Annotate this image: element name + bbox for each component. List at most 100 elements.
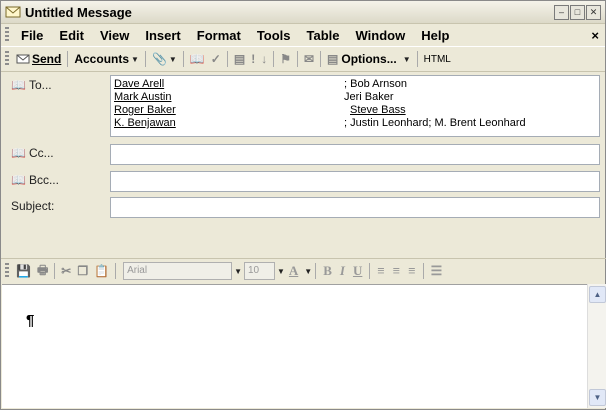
menu-tools[interactable]: Tools (249, 28, 299, 43)
paste-button[interactable]: 📋 (91, 262, 112, 280)
formatbar-grip[interactable] (5, 263, 9, 279)
underline-button[interactable]: U (349, 263, 366, 279)
paperclip-icon: 📎 (151, 52, 167, 66)
options-label: Options... (341, 52, 397, 66)
chevron-down-icon[interactable]: ▼ (234, 267, 242, 276)
menu-edit[interactable]: Edit (51, 28, 92, 43)
print-button[interactable]: 🖶 (34, 262, 51, 280)
envelope-outline-icon: ✉ (303, 52, 315, 66)
toolbar-separator (320, 51, 322, 67)
options-icon: ▤ (327, 52, 339, 66)
close-document-button[interactable]: × (591, 28, 599, 43)
menu-format[interactable]: Format (189, 28, 249, 43)
paste-icon: 📋 (94, 264, 110, 278)
menu-table[interactable]: Table (299, 28, 348, 43)
recipient-name[interactable]: Roger Baker (114, 104, 176, 116)
html-format-label: HTML (423, 53, 451, 65)
to-button[interactable]: 📖 To... (11, 78, 52, 92)
align-center-button[interactable]: ≡ (389, 263, 404, 279)
html-format-button[interactable]: HTML (421, 50, 454, 68)
menu-window[interactable]: Window (348, 28, 414, 43)
permissions-button[interactable]: ▤ (231, 50, 248, 68)
cc-button[interactable]: 📖 Cc... (11, 146, 54, 160)
check-names-icon: ✓ (210, 52, 221, 66)
address-book-button[interactable]: 📖 (187, 50, 208, 68)
cc-field[interactable] (110, 144, 600, 165)
send-button[interactable]: Send (13, 50, 64, 68)
bcc-field[interactable] (110, 171, 600, 192)
toolbar-separator (182, 51, 184, 67)
toolbar-grip[interactable] (5, 51, 9, 67)
follow-up-button[interactable]: ⚑ (277, 50, 294, 68)
importance-high-button[interactable]: ! (248, 50, 258, 68)
standard-toolbar: Send Accounts ▼ 📎 ▼ 📖 ✓ ▤ ! ↓ ⚑ ✉ ▤ Optio… (1, 46, 605, 72)
toolbar-separator (369, 263, 371, 279)
address-book-icon: 📖 (11, 78, 26, 92)
toolbar-separator (273, 51, 275, 67)
importance-low-button[interactable]: ↓ (258, 50, 270, 68)
toolbar-separator (296, 51, 298, 67)
toolbar-separator (315, 263, 317, 279)
menu-bar: File Edit View Insert Format Tools Table… (1, 24, 605, 46)
paragraph-mark: ¶ (26, 312, 35, 329)
chevron-down-icon: ▼ (168, 54, 177, 64)
align-right-button[interactable]: ≡ (404, 263, 419, 279)
subject-label: Subject: (11, 199, 55, 213)
bcc-button[interactable]: 📖 Bcc... (11, 173, 59, 187)
chevron-down-icon[interactable]: ▼ (277, 267, 285, 276)
recipient-name[interactable]: K. Benjawan (114, 117, 176, 129)
font-size-select[interactable]: 10 (243, 262, 275, 280)
toolbar-separator (67, 51, 69, 67)
cut-button[interactable]: ✂ (58, 262, 74, 280)
recipient-name[interactable]: Dave Arell (114, 78, 164, 90)
window-title: Untitled Message (25, 4, 132, 20)
menubar-grip[interactable] (5, 27, 9, 43)
menu-file[interactable]: File (13, 28, 51, 43)
bullets-button[interactable]: ☰ (427, 263, 447, 279)
to-label: To... (28, 78, 52, 92)
envelope-icon (5, 6, 21, 18)
recipient-name[interactable]: ; Justin Leonhard; M. Brent Leonhard (344, 117, 526, 129)
title-bar: Untitled Message – □ ✕ (1, 1, 605, 24)
scroll-down-button[interactable]: ▼ (589, 389, 606, 406)
toolbar-separator (54, 263, 56, 279)
close-window-button[interactable]: ✕ (586, 4, 601, 20)
align-left-button[interactable]: ≡ (373, 263, 388, 279)
accounts-label: Accounts (74, 52, 130, 66)
envelope-button[interactable]: ✉ (301, 50, 317, 68)
to-field[interactable]: Dave Arell Mark Austin Roger Baker K. Be… (110, 75, 600, 137)
font-color-button[interactable]: A (285, 263, 302, 279)
menu-view[interactable]: View (92, 28, 137, 43)
maximize-button[interactable]: □ (570, 4, 585, 20)
chevron-down-icon[interactable]: ▼ (304, 267, 312, 276)
cc-label: Cc... (28, 146, 54, 160)
scroll-up-button[interactable]: ▲ (589, 286, 606, 303)
subject-field[interactable] (110, 197, 600, 218)
minimize-button[interactable]: – (554, 4, 569, 20)
chevron-down-icon: ▼ (131, 54, 139, 64)
options-button[interactable]: ▤ Options... ▼ (324, 50, 414, 68)
address-book-icon: 📖 (11, 146, 26, 160)
exclamation-icon: ! (251, 52, 256, 66)
font-name-select[interactable]: Arial (123, 262, 233, 280)
italic-button[interactable]: I (336, 263, 349, 279)
message-body[interactable]: ¶ (2, 284, 587, 408)
recipient-name[interactable]: Steve Bass (350, 104, 406, 116)
save-button[interactable]: 💾 (13, 262, 34, 280)
copy-button[interactable]: ❐ (74, 262, 91, 280)
bold-button[interactable]: B (319, 263, 336, 279)
down-arrow-icon: ↓ (261, 52, 268, 66)
accounts-button[interactable]: Accounts ▼ (71, 50, 142, 68)
attach-button[interactable]: 📎 ▼ (149, 50, 180, 68)
toolbar-separator (422, 263, 424, 279)
check-names-button[interactable]: ✓ (208, 50, 224, 68)
vertical-scrollbar[interactable]: ▲ ▼ (587, 284, 606, 408)
menu-help[interactable]: Help (413, 28, 457, 43)
toolbar-separator (115, 263, 117, 279)
toolbar-separator (226, 51, 228, 67)
recipient-name[interactable]: ; Bob Arnson (344, 78, 407, 90)
address-book-icon: 📖 (11, 173, 26, 187)
menu-insert[interactable]: Insert (137, 28, 188, 43)
recipient-name[interactable]: Jeri Baker (344, 91, 394, 103)
recipient-name[interactable]: Mark Austin (114, 91, 171, 103)
